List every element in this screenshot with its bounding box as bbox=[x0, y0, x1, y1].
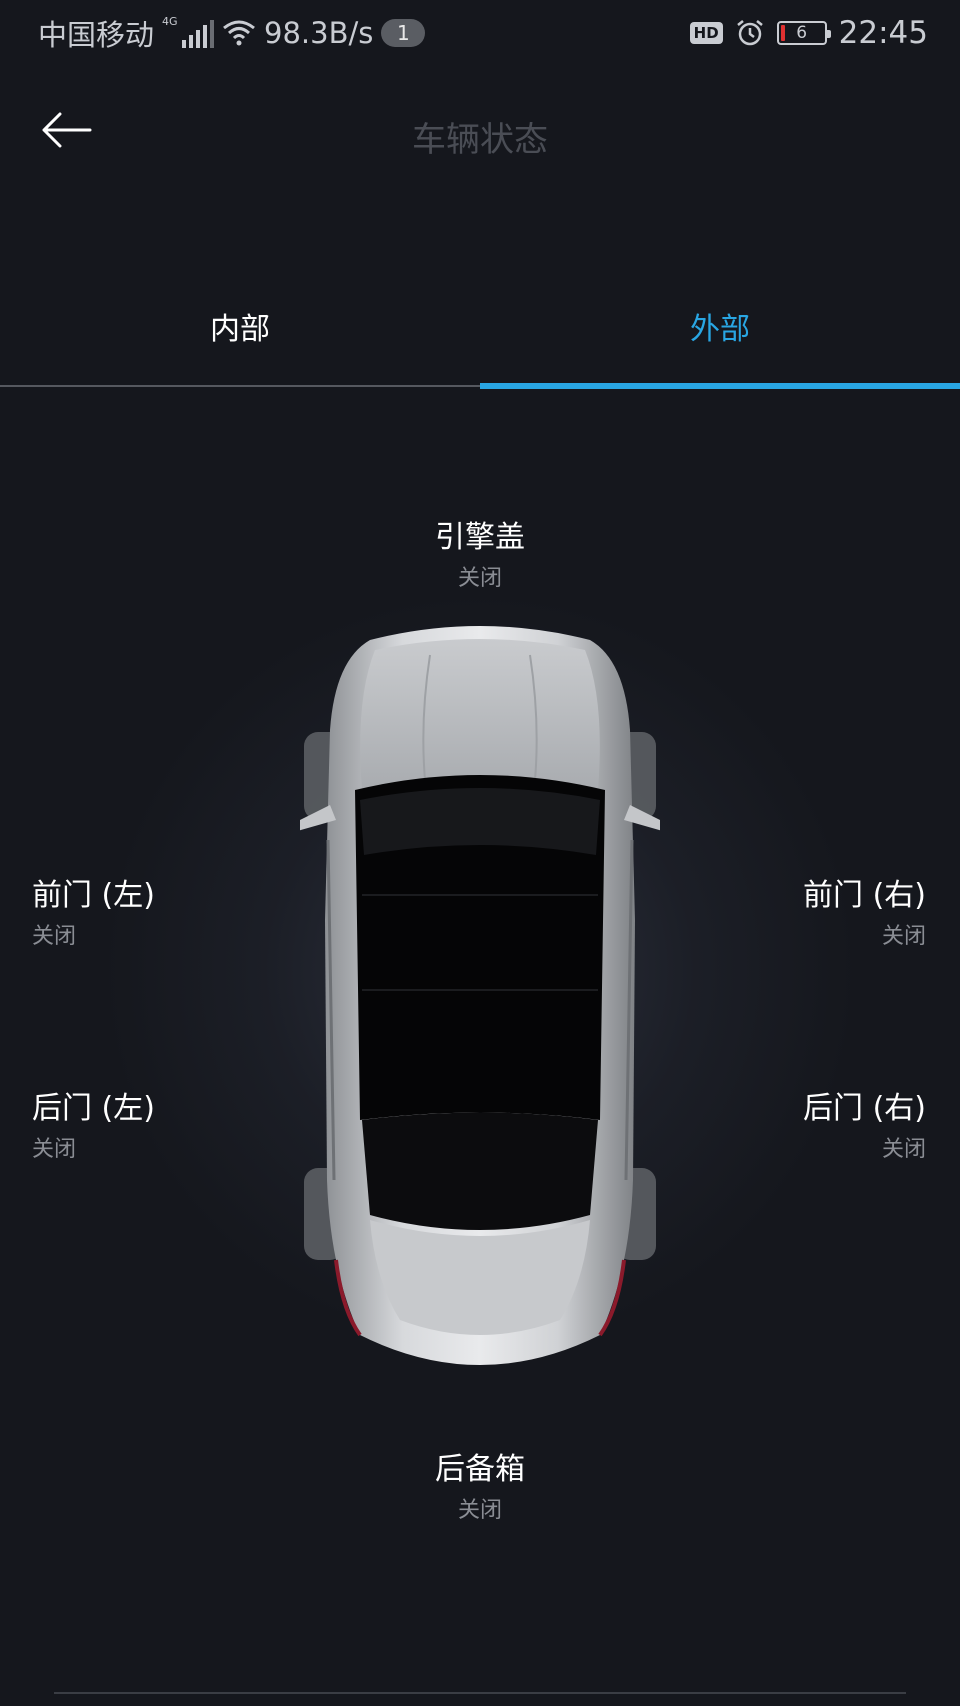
signal-icon: 4G bbox=[162, 15, 215, 48]
page-title: 车辆状态 bbox=[412, 120, 548, 160]
rear-right-door-label: 后门 (右) bbox=[803, 1091, 926, 1126]
bottom-divider bbox=[54, 1692, 906, 1694]
hood-state: 关闭 bbox=[457, 566, 502, 591]
vehicle-status-screen: 中国移动 4G 98.3B/s 1 HD 6 22:45 车辆状态 内部 外部 … bbox=[0, 0, 960, 1706]
status-bar: 中国移动 4G 98.3B/s 1 HD 6 22:45 bbox=[0, 0, 960, 66]
alarm-icon bbox=[736, 20, 763, 46]
carrier-label: 中国移动 bbox=[38, 18, 155, 52]
front-left-door-status: 前门 (左) 关闭 bbox=[32, 870, 155, 950]
rear-left-door-state: 关闭 bbox=[32, 1137, 77, 1162]
clock: 22:45 bbox=[838, 15, 928, 51]
notification-count-badge: 1 bbox=[381, 19, 426, 47]
hd-badge: HD bbox=[689, 22, 723, 44]
car-top-view-image bbox=[300, 626, 660, 1365]
rear-left-door-label: 后门 (左) bbox=[32, 1091, 155, 1126]
rear-right-door-state: 关闭 bbox=[881, 1137, 926, 1162]
front-left-door-state: 关闭 bbox=[32, 924, 77, 949]
battery-level: 6 bbox=[796, 23, 808, 43]
hood-label: 引擎盖 bbox=[435, 520, 525, 555]
battery-icon: 6 bbox=[776, 21, 831, 45]
trunk-state: 关闭 bbox=[457, 1498, 502, 1523]
tab-active-indicator bbox=[480, 383, 960, 389]
tab-interior[interactable]: 内部 bbox=[0, 304, 480, 348]
network-speed: 98.3B/s bbox=[264, 16, 374, 50]
front-right-door-status: 前门 (右) 关闭 bbox=[803, 870, 926, 950]
tab-exterior[interactable]: 外部 bbox=[480, 304, 960, 348]
hood-status: 引擎盖 关闭 bbox=[330, 512, 630, 592]
trunk-label: 后备箱 bbox=[435, 1452, 525, 1487]
network-type-label: 4G bbox=[162, 15, 178, 28]
rear-right-door-status: 后门 (右) 关闭 bbox=[803, 1083, 926, 1163]
status-bar-left: 中国移动 4G 98.3B/s 1 bbox=[38, 12, 426, 54]
front-right-door-label: 前门 (右) bbox=[803, 878, 926, 913]
rear-left-door-status: 后门 (左) 关闭 bbox=[32, 1083, 155, 1163]
front-right-door-state: 关闭 bbox=[881, 924, 926, 949]
status-bar-right: HD 6 22:45 bbox=[689, 12, 928, 54]
trunk-status: 后备箱 关闭 bbox=[330, 1444, 630, 1524]
front-left-door-label: 前门 (左) bbox=[32, 878, 155, 913]
app-header: 车辆状态 bbox=[0, 66, 960, 196]
wifi-icon bbox=[223, 20, 255, 46]
tab-bar: 内部 外部 bbox=[0, 270, 960, 390]
